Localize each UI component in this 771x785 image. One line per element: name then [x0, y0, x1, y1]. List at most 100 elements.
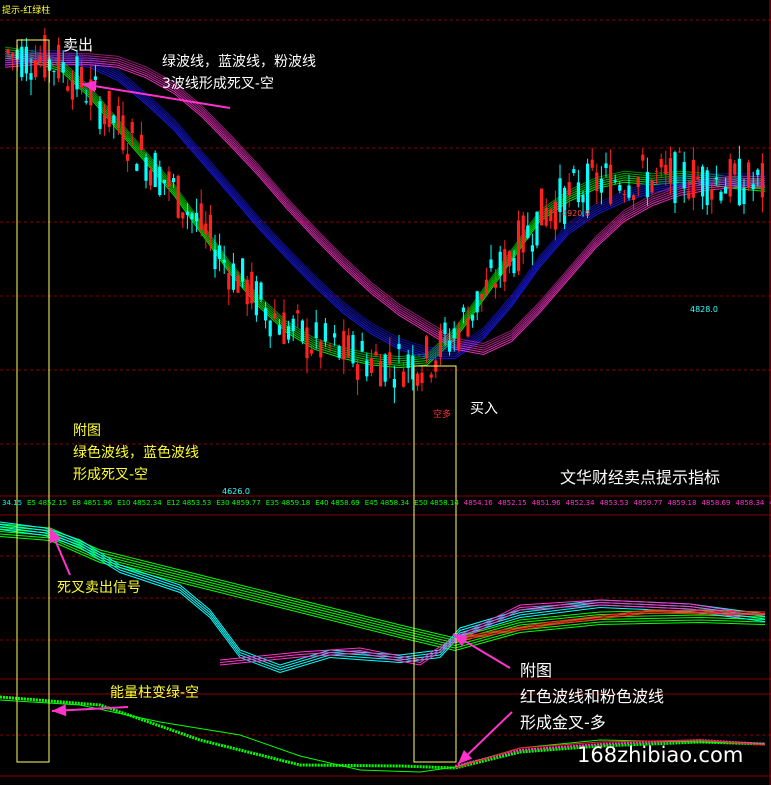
candle-body: [636, 177, 640, 187]
candle-body: [107, 90, 111, 127]
legend-item: 4852.34: [565, 499, 595, 507]
price-label: 4828.0: [690, 305, 718, 314]
candle-body: [526, 225, 530, 238]
blue-wave-bundle: [4, 55, 765, 355]
candle-body: [245, 279, 249, 305]
candle-body: [480, 293, 484, 300]
candle-body: [167, 171, 171, 187]
candle-body: [521, 215, 525, 253]
candle-body: [655, 170, 659, 172]
candle-body: [11, 53, 15, 57]
legend-item: 4859.18: [667, 499, 697, 507]
candle-body: [52, 71, 56, 73]
arrow-to-energy-head: [52, 704, 67, 717]
candle-body: [291, 318, 295, 332]
candle-body: [360, 340, 364, 352]
candle-body: [43, 34, 47, 78]
candle-body: [277, 325, 281, 335]
candle-body: [664, 164, 668, 175]
sub1-cyan-band: [0, 526, 766, 671]
candle-body: [57, 44, 61, 79]
candle-body: [337, 346, 341, 358]
candle-body: [530, 245, 534, 252]
candle-body: [342, 331, 346, 360]
sub2-label: 附图: [520, 661, 553, 680]
sub-note-2: 形成死叉-空: [73, 467, 149, 483]
candle-body: [29, 73, 33, 80]
candle-body: [438, 330, 442, 358]
candle-body: [415, 373, 419, 386]
candle-body: [659, 159, 663, 168]
candle-body: [641, 154, 645, 161]
candle-body: [282, 312, 286, 344]
candle-body: [673, 152, 677, 204]
candle-body: [710, 189, 714, 200]
candle-body: [544, 207, 548, 226]
candle-body: [379, 361, 383, 387]
candle-body: [751, 184, 755, 190]
legend-item: 4852.15: [497, 499, 527, 507]
candle-body: [733, 163, 737, 175]
candle-body: [484, 279, 488, 294]
candle-body: [448, 340, 452, 352]
candle-body: [259, 282, 263, 300]
indicator-name: 文华财经卖点提示指标: [560, 468, 721, 487]
candle-body: [622, 194, 626, 196]
candle-body: [668, 158, 672, 184]
sub2-note-1: 红色波线和粉色波线: [520, 687, 665, 706]
candle-body: [158, 166, 162, 195]
legend-item: E40 4858.69: [315, 499, 360, 507]
candle-body: [241, 258, 245, 282]
candle-body: [724, 186, 728, 194]
sell-label: 卖出: [63, 36, 94, 54]
candle-body: [613, 180, 617, 182]
buy-label: 买入: [470, 401, 498, 417]
candle-body: [176, 175, 180, 218]
candle-body: [300, 320, 304, 341]
candle-body: [273, 313, 277, 319]
candle-body: [121, 115, 125, 151]
legend-item: E30 4859.77: [216, 499, 261, 507]
candle-body: [149, 170, 153, 186]
candle-body: [287, 326, 291, 340]
candle-body: [268, 320, 272, 337]
candle-body: [691, 159, 695, 198]
candle-body: [429, 374, 433, 378]
blue-wave-bundle: [4, 53, 765, 353]
death-cross-signal: 死叉卖出信号: [57, 580, 141, 596]
candle-body: [236, 275, 240, 293]
candle-body: [590, 159, 594, 168]
candle-body: [760, 163, 764, 198]
candle-body: [701, 166, 705, 197]
candle-body: [135, 164, 139, 171]
legend-item: 4858.34: [735, 499, 765, 507]
candle-body: [204, 223, 208, 235]
blue-wave-bundle: [4, 57, 765, 357]
pink-wave-bundle: [4, 59, 765, 351]
sub-note-1: 绿色波线，蓝色波线: [73, 445, 199, 461]
candle-body: [498, 251, 502, 276]
title-tag: 提示-红绿柱: [2, 6, 51, 16]
candle-body: [98, 101, 102, 129]
candle-body: [402, 371, 406, 387]
candle-body: [84, 101, 88, 103]
candle-body: [296, 310, 300, 314]
candle-body: [397, 343, 401, 349]
candle-body: [328, 345, 332, 347]
candle-body: [604, 163, 608, 168]
candle-body: [425, 336, 429, 359]
legend-item: 4854.16: [463, 499, 493, 507]
candle-body: [222, 259, 226, 263]
legend-item: 4853.53: [599, 499, 629, 507]
legend-item: 4851.96: [531, 499, 561, 507]
candle-body: [139, 134, 143, 151]
candle-body: [6, 49, 10, 54]
candle-body: [144, 157, 148, 181]
candle-body: [618, 184, 622, 191]
candle-body: [66, 86, 70, 91]
candle-body: [627, 185, 631, 198]
candle-body: [696, 176, 700, 180]
candle-body: [443, 322, 447, 334]
indicator-legend: 34.15 E5 4852.15 E8 4851.96 E10 4852.34 E12 …: [2, 499, 771, 507]
sub-label: 附图: [73, 423, 101, 439]
